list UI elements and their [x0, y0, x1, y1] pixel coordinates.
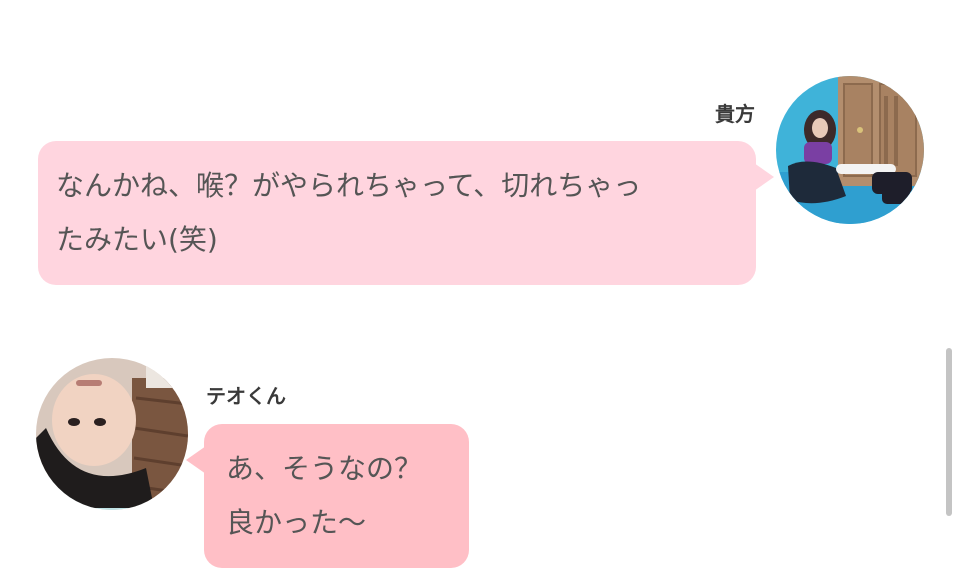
message-bubble-sent[interactable]: なんかね、喉？がやられちゃって、切れちゃっ たみたい(笑)	[38, 141, 774, 285]
avatar-photo-girl	[776, 76, 924, 224]
sender-avatar-right[interactable]	[776, 76, 924, 224]
chat-screen: 貴方 なんかね、喉？がやられちゃって、切れちゃっ たみたい(笑) テオくん あ、…	[0, 0, 960, 586]
message-text-line: 良かった〜	[226, 506, 367, 539]
message-text-line: なんかね、喉？がやられちゃって、切れちゃっ	[56, 169, 642, 202]
sender-name: 貴方	[715, 102, 755, 126]
message-bubble-received[interactable]: あ、そうなの？ 良かった〜	[186, 424, 469, 568]
sender-avatar-left[interactable]	[36, 358, 188, 510]
sender-name: テオくん	[206, 384, 286, 408]
scrollbar-thumb[interactable]	[946, 348, 952, 516]
message-text-line: あ、そうなの？	[226, 452, 423, 485]
message-text-line: たみたい(笑)	[56, 223, 218, 256]
avatar-photo-boy	[36, 358, 188, 510]
